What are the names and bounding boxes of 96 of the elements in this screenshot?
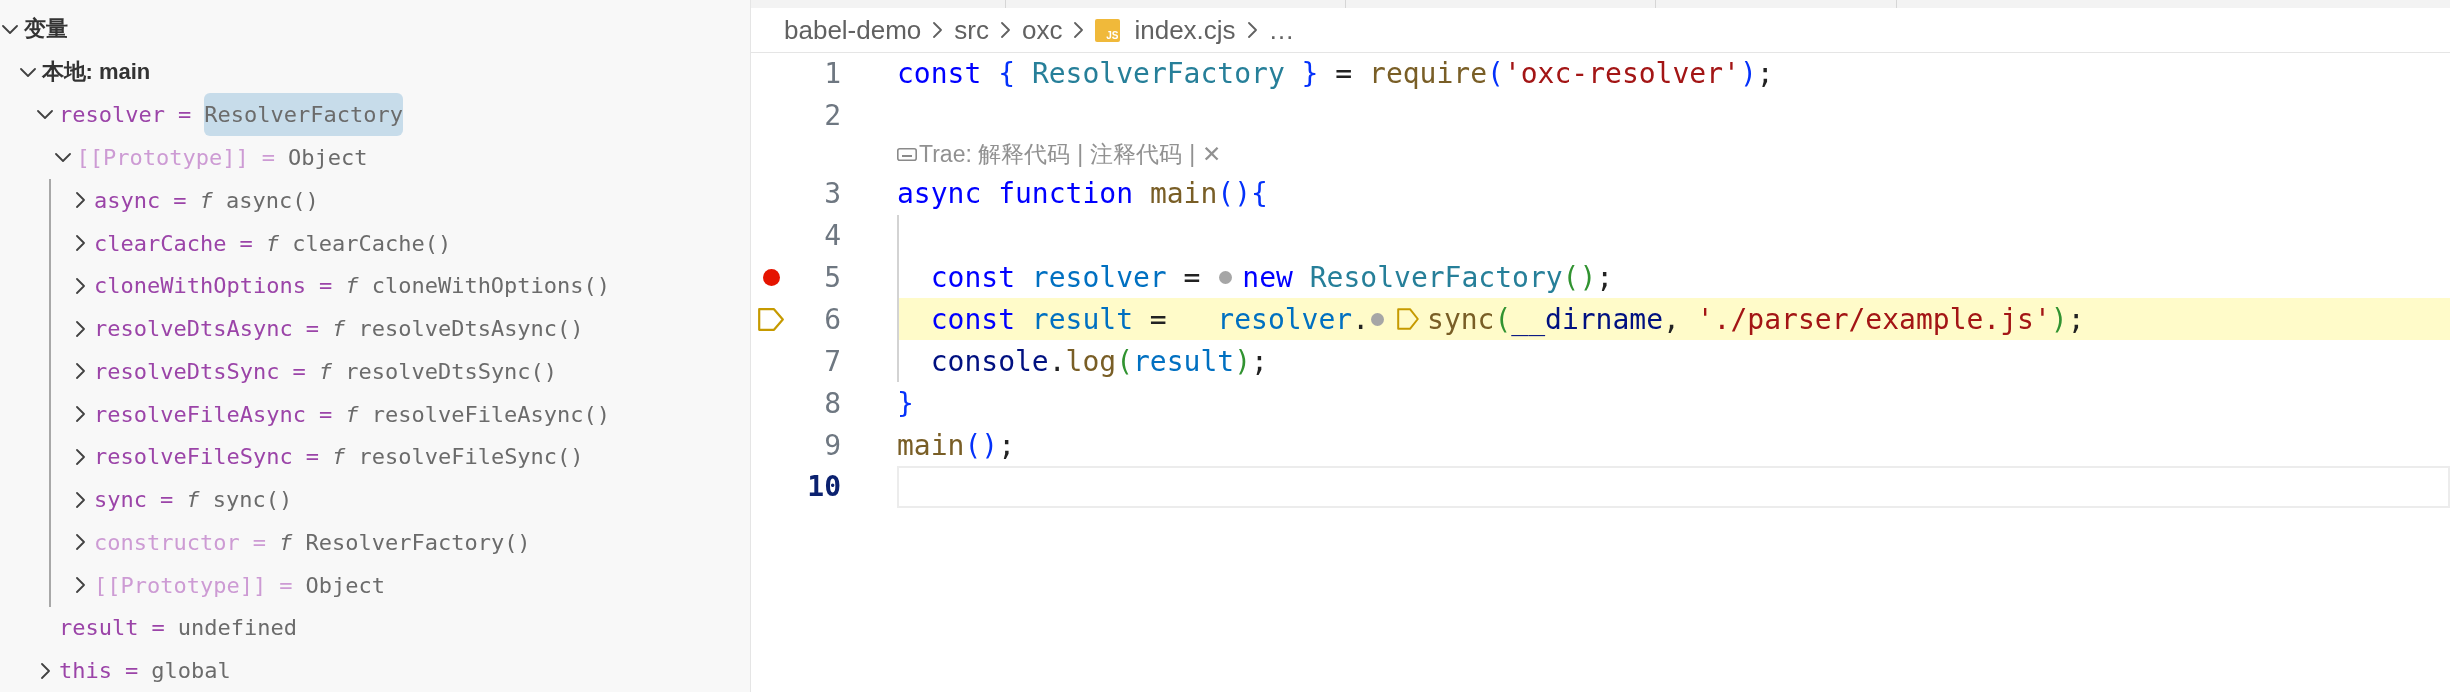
chevron-right-icon[interactable] [75, 534, 85, 551]
variable-name[interactable]: resolver [59, 102, 165, 128]
chevron-right-icon[interactable] [75, 577, 85, 594]
codelens-link[interactable]: 注释代码 [1090, 139, 1183, 171]
equals-sign: = [279, 572, 293, 598]
code-text: const result = resolver. [930, 302, 1370, 336]
tree-header[interactable]: 本地: main [41, 57, 151, 88]
chevron-right-icon[interactable] [40, 662, 50, 679]
variable-name[interactable]: clearCache [94, 230, 227, 256]
line-number: 7 [823, 344, 841, 378]
chevron-right-icon[interactable] [75, 277, 85, 294]
chevron-right-icon[interactable] [75, 320, 85, 337]
equals-sign: = [173, 187, 187, 213]
variable-value: f cloneWithOptions() [345, 273, 611, 299]
variable-value: undefined [177, 615, 297, 641]
equals-sign: = [305, 316, 319, 342]
variable-value: global [151, 658, 231, 684]
breadcrumb-item[interactable]: … [1268, 14, 1295, 46]
equals-sign: = [239, 230, 253, 256]
tree-header[interactable]: 变量 [24, 14, 68, 45]
variable-name[interactable]: cloneWithOptions [94, 273, 306, 299]
chevron-down-icon[interactable] [37, 110, 53, 120]
chevron-right-icon[interactable] [75, 235, 85, 252]
equals-sign: = [151, 615, 165, 641]
breakpoint-icon[interactable] [762, 269, 780, 286]
code-text: } [897, 386, 914, 420]
equals-sign: = [160, 487, 174, 513]
variable-value: f resolveDtsSync() [318, 358, 558, 384]
breadcrumb-item[interactable]: src [954, 14, 989, 46]
chevron-right-icon[interactable] [75, 406, 85, 423]
variable-value: f ResolverFactory() [278, 529, 531, 555]
line-number: 2 [823, 99, 841, 133]
chevron-right-icon [933, 22, 943, 38]
variable-value: f resolveDtsAsync() [331, 316, 584, 342]
equals-sign: = [318, 401, 333, 427]
codelens-link[interactable]: Trae: 解释代码 [919, 139, 1071, 171]
variable-name[interactable]: resolveDtsAsync [94, 316, 293, 342]
arrow-outline-icon [1397, 308, 1420, 331]
breadcrumb-item[interactable]: index.cjs [1134, 14, 1236, 46]
variable-value: f clearCache() [265, 230, 452, 256]
code-text: sync(__dirname, './parser/example.js'); [1427, 302, 2085, 336]
line-number: 5 [823, 261, 841, 294]
variable-name[interactable]: sync [94, 487, 147, 513]
equals-sign: = [318, 273, 333, 299]
equals-sign: = [261, 145, 275, 171]
chevron-right-icon[interactable] [75, 491, 85, 508]
equals-sign: = [177, 102, 192, 128]
equals-sign: = [125, 658, 139, 684]
dot-icon[interactable] [1219, 271, 1233, 284]
line-number: 4 [823, 219, 841, 253]
chevron-right-icon[interactable] [75, 192, 85, 209]
line-number: 9 [823, 428, 841, 462]
code-text: const { ResolverFactory } = require('oxc-resolver'); [897, 57, 1774, 91]
variable-value: f resolveFileSync() [331, 444, 584, 470]
chevron-right-icon [1001, 22, 1010, 38]
chevron-down-icon[interactable] [2, 24, 18, 34]
box-icon [897, 148, 917, 162]
variable-name[interactable]: resolveFileAsync [94, 401, 306, 427]
line-number: 3 [823, 177, 841, 211]
code-text: const resolver = [930, 261, 1202, 294]
chevron-right-icon [1247, 22, 1257, 38]
variable-value: f async() [199, 187, 319, 213]
equals-sign: = [292, 358, 306, 384]
separator-text: | [1077, 141, 1084, 169]
line-number: 6 [823, 302, 841, 336]
variable-name[interactable]: async [94, 187, 161, 213]
chevron-right-icon [1074, 22, 1084, 38]
variable-value: Object [305, 572, 385, 598]
variable-name[interactable]: this [59, 658, 112, 684]
breadcrumb-item[interactable]: oxc [1022, 14, 1063, 46]
equals-sign: = [305, 444, 319, 470]
chevron-right-icon[interactable] [75, 448, 85, 465]
chevron-down-icon[interactable] [19, 67, 36, 77]
line-number: 8 [823, 386, 841, 420]
variable-value: ResolverFactory [204, 93, 403, 137]
variable-name[interactable]: resolveFileSync [94, 444, 293, 470]
code-text: new ResolverFactory(); [1242, 261, 1614, 294]
variable-name[interactable]: result [59, 615, 139, 641]
code-text: async function main(){ [897, 177, 1268, 211]
code-text: console.log(result); [930, 344, 1268, 378]
variable-value: f resolveFileAsync() [345, 401, 611, 427]
line-number: 10 [806, 470, 841, 504]
equals-sign: = [252, 529, 266, 555]
separator-text: | [1189, 141, 1196, 169]
close-button[interactable]: ✕ [1202, 141, 1222, 169]
chevron-right-icon[interactable] [75, 363, 85, 380]
line-number: 1 [823, 57, 841, 91]
dot-icon[interactable] [1371, 312, 1385, 326]
variable-name[interactable]: resolveDtsSync [94, 358, 280, 384]
file-type-badge: JS [1095, 18, 1121, 42]
code-text: main(); [897, 428, 1015, 462]
breakpoint-arrow-icon[interactable] [758, 307, 784, 331]
chevron-down-icon[interactable] [54, 153, 71, 163]
variable-value: Object [287, 145, 368, 171]
breadcrumb-item[interactable]: babel-demo [784, 14, 922, 46]
variable-value: f sync() [186, 487, 293, 513]
